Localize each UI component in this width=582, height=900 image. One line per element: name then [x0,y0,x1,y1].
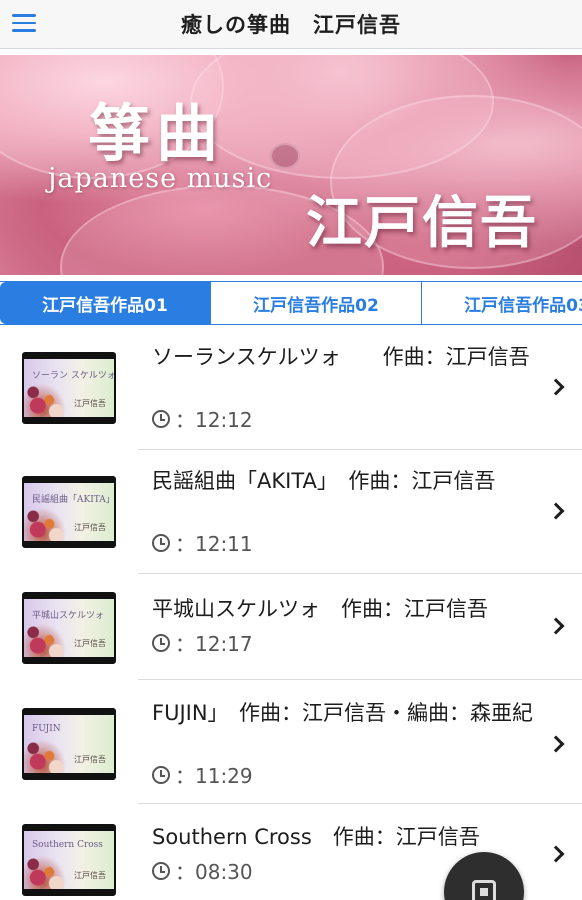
thumbnail-artist: 江戸信吾 [74,871,106,880]
page-title: 癒しの箏曲 江戸信吾 [181,13,401,37]
thumbnail-image: 平城山スケルツォ 江戸信吾 [24,599,114,657]
video-thumbnail: Southern Cross 江戸信吾 [22,824,116,896]
thumbnail-title: 民謡組曲「AKITA」 [32,495,114,505]
chevron-right-icon [547,735,565,753]
track-title: Southern Cross 作曲：江戸信吾 [152,825,480,849]
duration-text: ：12:17 [175,632,253,656]
clock-icon [152,409,170,428]
flower-decoration [24,379,70,417]
list-item[interactable]: FUJIN 江戸信吾 FUJIN」 作曲：江戸信吾・編曲：森亜紀 ：11:29 [0,680,582,804]
petal-shape [270,143,300,169]
track-duration: ：08:30 [152,856,253,885]
track-duration: ：11:29 [152,760,253,789]
hero-banner: 箏曲 japanese music 江戸信吾 [0,55,582,275]
stop-icon [472,880,496,900]
chevron-right-icon [547,845,565,863]
duration-text: ：11:29 [175,764,253,788]
list-item[interactable]: 民謡組曲「AKITA」 江戸信吾 民謡組曲「AKITA」 作曲：江戸信吾 ：12… [0,450,582,574]
tab-works-01[interactable]: 江戸信吾作品01 [0,282,211,324]
track-list: ソーラン スケルツォ 江戸信吾 ソーランスケルツォ 作曲：江戸信吾 ：12:12… [0,326,582,900]
video-thumbnail: 平城山スケルツォ 江戸信吾 [22,592,116,664]
thumbnail-title: Southern Cross [32,840,103,850]
video-thumbnail: 民謡組曲「AKITA」 江戸信吾 [22,476,116,548]
banner-kanji: 箏曲 [88,97,225,170]
clock-icon [152,533,170,552]
track-title: 平城山スケルツォ 作曲：江戸信吾 [152,597,488,621]
duration-text: ：12:12 [175,408,253,432]
flower-decoration [24,735,70,773]
thumbnail-title: 平城山スケルツォ [32,611,105,621]
thumbnail-title: FUJIN [32,724,61,734]
thumbnail-artist: 江戸信吾 [74,639,106,648]
track-duration: ：12:17 [152,628,253,657]
track-title: FUJIN」 作曲：江戸信吾・編曲：森亜紀 [152,701,534,725]
tab-works-03[interactable]: 江戸信吾作品03 [422,282,582,324]
track-title: ソーランスケルツォ 作曲：江戸信吾 [152,345,530,369]
tab-works-02[interactable]: 江戸信吾作品02 [211,282,422,324]
thumbnail-title: ソーラン スケルツォ [32,371,114,381]
list-item[interactable]: ソーラン スケルツォ 江戸信吾 ソーランスケルツォ 作曲：江戸信吾 ：12:12 [0,326,582,450]
thumbnail-image: 民謡組曲「AKITA」 江戸信吾 [24,483,114,541]
clock-icon [152,861,170,880]
chevron-right-icon [547,502,565,520]
flower-decoration [24,851,70,889]
track-duration: ：12:11 [152,528,253,557]
banner-artist-name: 江戸信吾 [306,191,538,256]
chevron-right-icon [547,378,565,396]
tab-bar: 江戸信吾作品01 江戸信吾作品02 江戸信吾作品03 [0,281,582,325]
banner-subtitle: japanese music [48,163,273,194]
flower-decoration [24,503,70,541]
track-title: 民謡組曲「AKITA」 作曲：江戸信吾 [152,469,496,493]
thumbnail-artist: 江戸信吾 [74,399,106,408]
clock-icon [152,765,170,784]
thumbnail-image: FUJIN 江戸信吾 [24,715,114,773]
thumbnail-artist: 江戸信吾 [74,755,106,764]
duration-text: ：08:30 [175,860,253,884]
thumbnail-image: ソーラン スケルツォ 江戸信吾 [24,359,114,417]
nav-bar: 癒しの箏曲 江戸信吾 [0,0,582,49]
thumbnail-artist: 江戸信吾 [74,523,106,532]
chevron-right-icon [547,617,565,635]
flower-decoration [24,619,70,657]
list-item[interactable]: 平城山スケルツォ 江戸信吾 平城山スケルツォ 作曲：江戸信吾 ：12:17 [0,574,582,680]
duration-text: ：12:11 [175,532,253,556]
app-screen: 癒しの箏曲 江戸信吾 箏曲 japanese music 江戸信吾 江戸信吾作品… [0,0,582,900]
video-thumbnail: FUJIN 江戸信吾 [22,708,116,780]
track-duration: ：12:12 [152,404,253,433]
thumbnail-image: Southern Cross 江戸信吾 [24,831,114,889]
clock-icon [152,633,170,652]
video-thumbnail: ソーラン スケルツォ 江戸信吾 [22,352,116,424]
